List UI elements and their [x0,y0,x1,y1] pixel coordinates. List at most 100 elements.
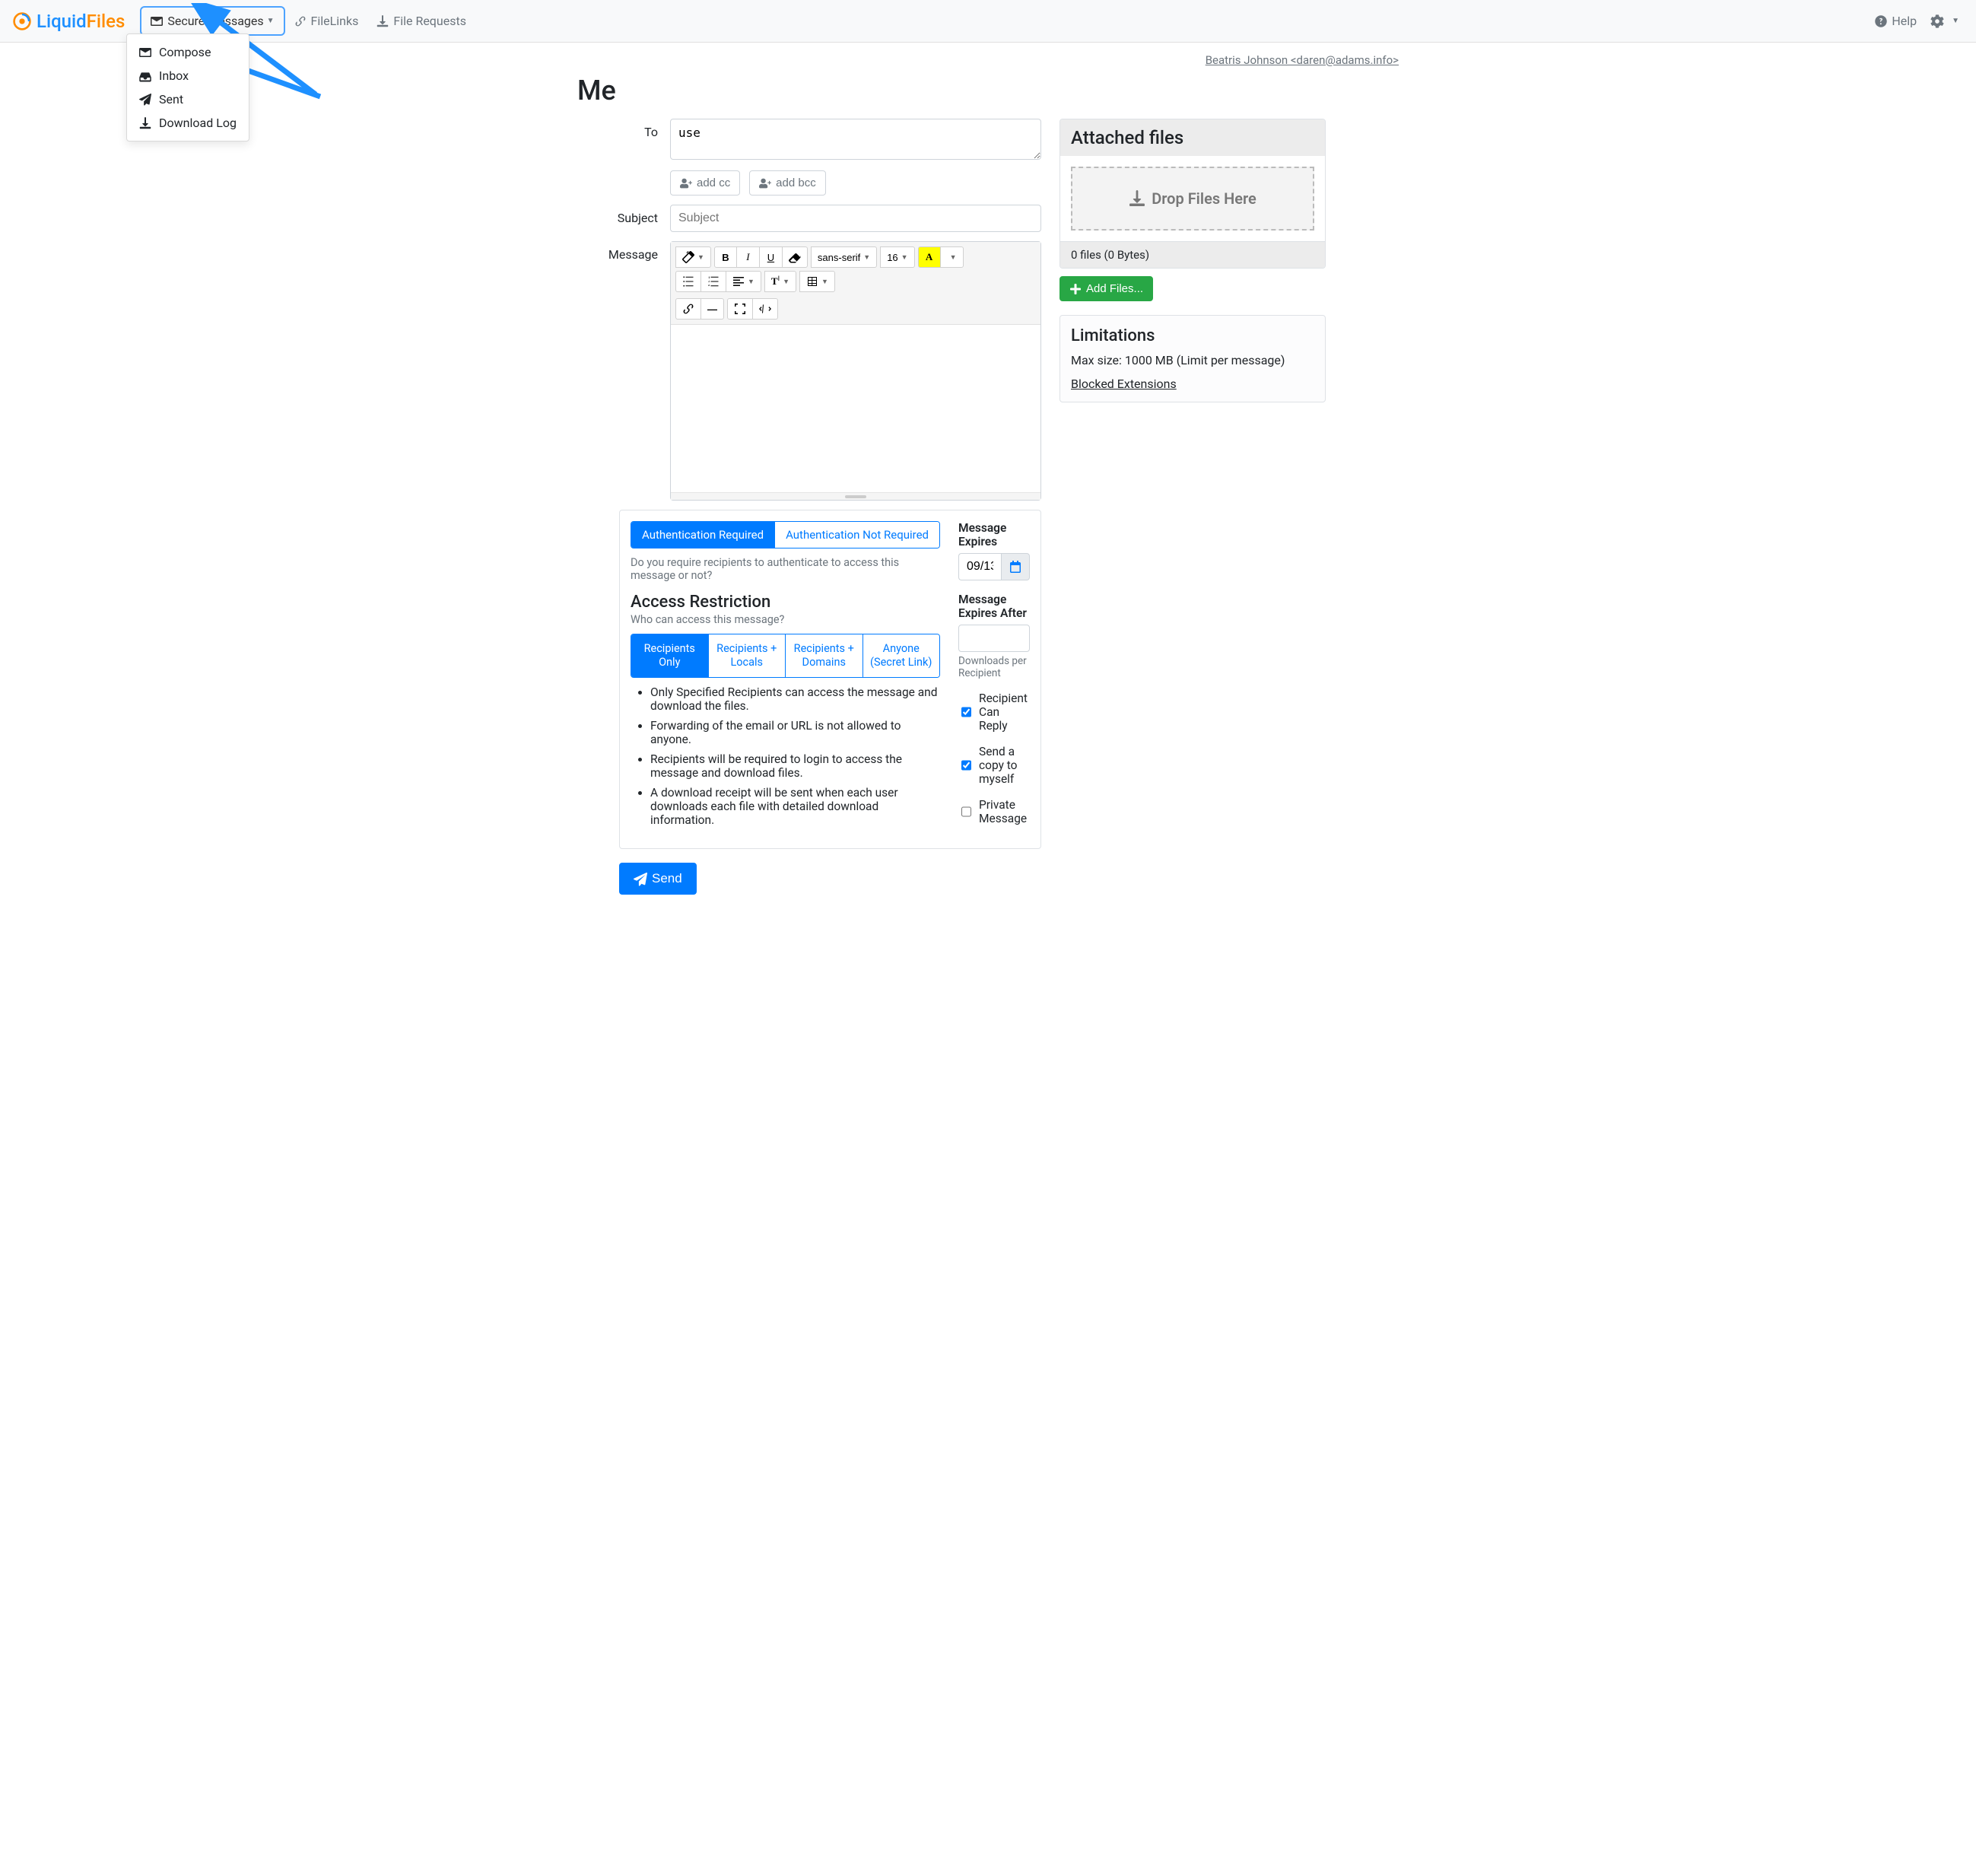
send-button[interactable]: Send [619,863,697,895]
user-info: Beatris Johnson <daren@adams.info> [577,43,1399,72]
link-icon [294,15,307,27]
access-tab-anyone[interactable]: Anyone (Secret Link) [863,634,940,677]
add-bcc-button[interactable]: add bcc [749,170,826,196]
inbox-icon [139,70,153,82]
tb-font-color-more[interactable]: ▼ [941,246,964,268]
download-icon [1129,190,1145,207]
message-settings-card: Authentication Required Authentication N… [619,510,1041,849]
cb-private-box[interactable] [961,806,971,818]
list-ol-icon [707,275,720,288]
brand-text-liquid: Liquid [37,11,87,32]
expand-icon [734,303,746,315]
nav-filelinks[interactable]: FileLinks [285,8,368,34]
tb-fullscreen[interactable] [727,298,753,320]
nav-help[interactable]: Help [1866,8,1926,34]
label-message: Message [577,241,670,501]
tb-ul[interactable] [675,271,701,292]
tb-magic[interactable]: ▼ [675,246,711,268]
access-sub: Who can access this message? [631,613,940,626]
blocked-extensions-link[interactable]: Blocked Extensions [1071,377,1177,391]
tb-code[interactable] [753,298,778,320]
user-plus-icon [759,176,771,189]
tb-italic[interactable]: I [737,246,760,268]
cb-send-copy-box[interactable] [961,759,971,771]
caret-down-icon: ▼ [1952,17,1959,25]
message-editor: ▼ B I U sans-serif▼ [670,241,1041,501]
drop-zone[interactable]: Drop Files Here [1071,167,1314,231]
editor-resize-handle[interactable] [671,492,1040,500]
access-tab-locals[interactable]: Recipients + Locals [708,634,786,677]
brand-text-files: Files [87,11,125,32]
access-bullet: Recipients will be required to login to … [650,752,940,780]
download-icon [139,117,153,129]
editor-toolbar: ▼ B I U sans-serif▼ [671,242,1040,325]
limitations-panel: Limitations Max size: 1000 MB (Limit per… [1059,315,1326,402]
eraser-icon [789,251,801,263]
attached-files-panel: Attached files Drop Files Here 0 files (… [1059,119,1326,269]
user-link[interactable]: Beatris Johnson <daren@adams.info> [1206,53,1399,67]
tb-bold[interactable]: B [714,246,737,268]
tb-font-size[interactable]: 16▼ [880,246,914,268]
nav-file-requests[interactable]: File Requests [367,8,475,34]
access-bullets: Only Specified Recipients can access the… [631,685,940,827]
brand-logo-icon [12,11,32,31]
tab-auth-required[interactable]: Authentication Required [631,522,774,548]
tb-eraser[interactable] [783,246,808,268]
access-heading: Access Restriction [631,593,940,612]
nav-secure-messages[interactable]: Secure Messages ▼ [140,6,284,36]
dropdown-compose[interactable]: Compose [127,40,249,64]
nav-settings[interactable]: ▼ [1926,8,1964,34]
table-icon [806,275,818,288]
expires-date-input[interactable] [958,553,1001,580]
expires-label: Message Expires [958,521,1030,548]
magic-icon [682,251,694,263]
cb-recipient-reply[interactable]: Recipient Can Reply [958,692,1030,733]
add-files-button[interactable]: Add Files... [1059,276,1153,301]
access-tab-only[interactable]: Recipients Only [631,634,708,677]
expires-after-hint: Downloads per Recipient [958,655,1030,679]
tab-auth-not-required[interactable]: Authentication Not Required [774,522,939,548]
cb-recipient-reply-box[interactable] [961,706,971,718]
brand-logo-area[interactable]: LiquidFiles [12,11,125,32]
sent-icon [139,94,153,106]
add-cc-button[interactable]: add cc [670,170,740,196]
dropdown-download-log[interactable]: Download Log [127,111,249,135]
envelope-icon [151,15,163,27]
auth-tabs: Authentication Required Authentication N… [631,521,940,548]
tb-paragraph[interactable]: TI▼ [764,271,796,292]
caret-down-icon: ▼ [267,17,275,25]
dropdown-inbox[interactable]: Inbox [127,64,249,87]
download-icon [376,15,389,27]
plus-icon [1069,282,1082,295]
cb-send-copy[interactable]: Send a copy to myself [958,745,1030,786]
page-title: Me [577,75,1399,107]
expires-after-input[interactable] [958,625,1030,652]
link-icon [682,303,694,315]
gear-icon [1930,14,1944,28]
attached-files-title: Attached files [1060,119,1325,156]
cb-private[interactable]: Private Message [958,798,1030,825]
tb-hr[interactable]: — [701,298,724,320]
tb-font-color[interactable]: A [918,246,941,268]
editor-body[interactable] [671,325,1040,492]
help-icon [1875,15,1887,27]
secure-messages-dropdown: Compose Inbox Sent Download Log [126,33,249,141]
dropdown-sent[interactable]: Sent [127,87,249,111]
tb-link[interactable] [675,298,701,320]
tb-table[interactable]: ▼ [799,271,835,292]
tb-underline[interactable]: U [760,246,783,268]
send-icon [634,871,647,886]
user-plus-icon [680,176,692,189]
tb-font-family[interactable]: sans-serif▼ [811,246,877,268]
calendar-icon [1009,561,1021,573]
tb-align[interactable]: ▼ [726,271,761,292]
navbar: LiquidFiles Secure Messages ▼ FileLinks … [0,0,1976,43]
to-input[interactable]: use [670,119,1041,160]
date-picker-button[interactable] [1001,553,1030,580]
tb-ol[interactable] [701,271,726,292]
access-tab-domains[interactable]: Recipients + Domains [785,634,863,677]
label-to: To [577,119,670,196]
label-subject: Subject [577,205,670,232]
subject-input[interactable] [670,205,1041,232]
limitations-title: Limitations [1071,326,1314,345]
